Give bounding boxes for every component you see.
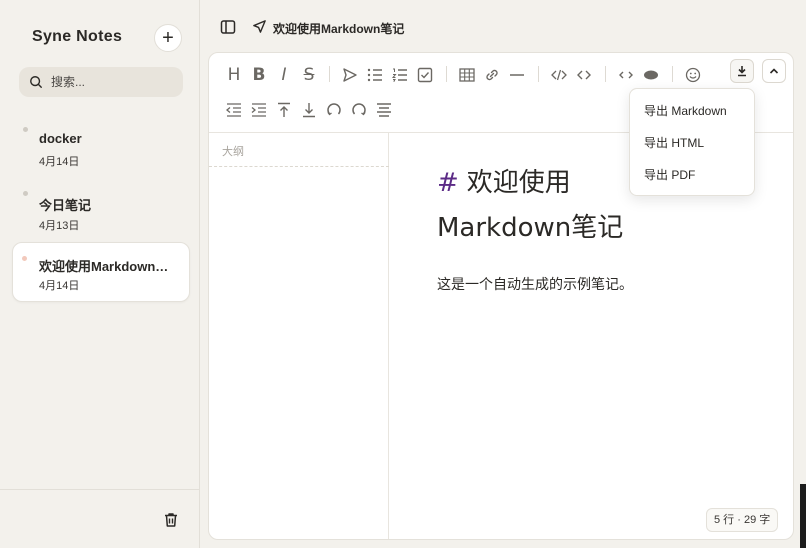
note-dot-icon	[23, 191, 28, 196]
export-menu: 导出 Markdown 导出 HTML 导出 PDF	[629, 88, 755, 196]
bullet-list-icon[interactable]	[365, 65, 385, 85]
note-title: docker	[39, 131, 82, 146]
note-dot-icon	[23, 127, 28, 132]
search-box[interactable]	[19, 67, 183, 97]
sidebar-footer	[0, 489, 200, 548]
outline-label: 大纲	[222, 146, 244, 158]
note-date: 4月14日	[39, 280, 80, 292]
italic-icon[interactable]: I	[274, 65, 294, 85]
word-count-status: 5 行 · 29 字	[706, 508, 779, 532]
outdent-icon[interactable]	[224, 100, 244, 120]
toolbar-divider	[329, 66, 330, 82]
collapse-arrows-icon[interactable]	[616, 65, 636, 85]
outline-divider	[209, 166, 389, 167]
sidebar-toggle-icon[interactable]	[220, 19, 236, 35]
checkbox-icon[interactable]	[415, 65, 435, 85]
inline-code-icon[interactable]	[574, 65, 594, 85]
collapse-toolbar-button[interactable]	[762, 59, 786, 83]
toolbar-divider	[605, 66, 606, 82]
bold-letter: B	[252, 64, 266, 85]
bold-icon[interactable]: B	[249, 65, 269, 85]
preview-eye-icon[interactable]	[641, 65, 661, 85]
note-list-item[interactable]: 今日笔记 4月13日	[12, 182, 190, 242]
undo-icon[interactable]	[324, 100, 344, 120]
note-dot-icon	[22, 256, 27, 261]
window-edge	[800, 484, 806, 548]
markdown-paragraph[interactable]: 这是一个自动生成的示例笔记。	[437, 274, 633, 294]
ordered-list-icon[interactable]	[390, 65, 410, 85]
export-pdf-item[interactable]: 导出 PDF	[630, 159, 754, 191]
chevron-up-icon	[769, 68, 779, 74]
horizontal-rule-icon[interactable]	[507, 65, 527, 85]
heading-text: 欢迎使用 Markdown笔记	[437, 168, 624, 243]
send-icon[interactable]	[340, 65, 360, 85]
markdown-heading[interactable]: # 欢迎使用 Markdown笔记	[437, 161, 647, 251]
redo-icon[interactable]	[349, 100, 369, 120]
export-download-button[interactable]	[730, 59, 754, 83]
toolbar-divider	[538, 66, 539, 82]
code-block-icon[interactable]	[549, 65, 569, 85]
top-bar: 欢迎使用Markdown笔记	[201, 0, 806, 52]
heading-letter: H	[227, 64, 241, 85]
document-title: 欢迎使用Markdown笔记	[273, 22, 405, 36]
search-icon	[30, 76, 42, 88]
new-note-button[interactable]: +	[154, 24, 182, 52]
export-html-item[interactable]: 导出 HTML	[630, 127, 754, 159]
emoji-icon[interactable]	[683, 65, 703, 85]
note-date: 4月13日	[39, 220, 80, 232]
navigation-arrow-icon	[253, 20, 266, 33]
download-icon	[738, 66, 746, 77]
strikethrough-icon[interactable]: S	[299, 65, 319, 85]
export-markdown-item[interactable]: 导出 Markdown	[630, 95, 754, 127]
note-list-item[interactable]: docker 4月14日	[12, 118, 190, 178]
heading-icon[interactable]: H	[224, 65, 244, 85]
search-input[interactable]	[51, 75, 171, 89]
app-title: Syne Notes	[32, 28, 123, 45]
note-date: 4月14日	[39, 156, 80, 168]
outline-panel: 大纲	[209, 133, 389, 539]
strike-letter: S	[303, 64, 315, 85]
table-icon[interactable]	[457, 65, 477, 85]
align-icon[interactable]	[374, 100, 394, 120]
heading-marker: #	[437, 168, 459, 198]
note-list-item-active[interactable]: 欢迎使用Markdown笔记 4月14日	[12, 242, 190, 302]
trash-icon[interactable]	[162, 511, 180, 529]
italic-letter: I	[281, 64, 287, 85]
note-title: 今日笔记	[39, 198, 92, 213]
sidebar: Syne Notes + docker 4月14日 今日笔记 4月13日 欢迎使…	[0, 0, 200, 548]
note-title: 欢迎使用Markdown笔记	[39, 259, 177, 274]
indent-icon[interactable]	[249, 100, 269, 120]
link-icon[interactable]	[482, 65, 502, 85]
move-bottom-icon[interactable]	[299, 100, 319, 120]
move-top-icon[interactable]	[274, 100, 294, 120]
toolbar-divider	[446, 66, 447, 82]
toolbar-divider	[672, 66, 673, 82]
